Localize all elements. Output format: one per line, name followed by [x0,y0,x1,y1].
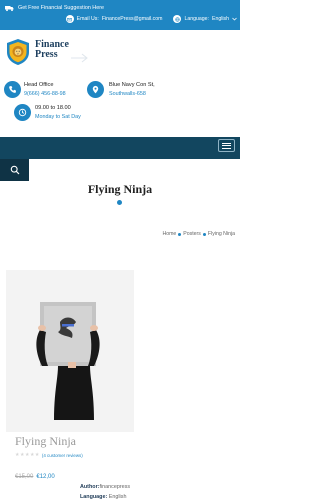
chevron-down-icon[interactable] [232,17,237,21]
language-select[interactable]: English [212,16,229,22]
breadcrumb-separator [202,232,206,236]
reviews-link[interactable]: (4 customer reviews) [42,453,83,458]
language-meta-label: Language: [80,494,108,500]
address-title: Blue Navy Con St, [109,82,155,88]
hamburger-icon [222,142,231,144]
author-label: Author: [80,484,100,490]
title-dot [117,200,122,205]
author-value[interactable]: financepress [99,484,130,490]
search-button[interactable] [0,159,29,181]
promo-text: Get Free Financial Suggestion Here [18,5,104,11]
brand-name[interactable]: Finance Press [35,40,69,60]
map-pin-icon [87,81,104,98]
menu-toggle-button[interactable] [218,139,235,152]
top-bar: Get Free Financial Suggestion Here Email… [0,0,240,30]
hours-title: 09.00 to 18.00 [35,105,71,111]
product-author: Author:financepress [80,484,130,490]
truck-icon [5,5,14,11]
address-sub: Southwalls-658 [109,91,146,97]
breadcrumb-posters[interactable]: Posters [183,231,201,237]
product-title: Flying Ninja [15,434,77,448]
product-price: €15,00 €12,00 [15,474,55,480]
email-link[interactable]: FinancePress@gmail.com [102,16,163,22]
language-label: Language: [184,16,209,22]
product-rating: ★★★★★ (4 customer reviews) [15,452,83,458]
language-meta-value: English [108,494,127,500]
office-phone[interactable]: 9(666) 456-88-98 [24,91,66,97]
page-title: Flying Ninja [87,182,153,196]
search-icon [10,165,19,175]
breadcrumb-separator [178,232,182,236]
breadcrumb: Home Posters Flying Ninja [162,231,235,237]
product-image[interactable] [6,270,134,432]
brand-line-2: Press [35,49,58,60]
breadcrumb-home[interactable]: Home [162,231,176,237]
hours-sub: Monday to Sat Day [35,114,81,120]
office-title: Head Office [24,82,54,88]
hamburger-line [222,145,231,146]
email-label: Email Us: [76,16,99,22]
arrow-decoration-icon [71,53,88,63]
hamburger-line [222,147,231,149]
email-icon [65,15,74,23]
phone-icon [4,81,21,98]
star-rating-icon: ★★★★★ [15,452,40,458]
globe-icon [173,15,182,23]
price-old: €15,00 [15,474,34,480]
breadcrumb-current: Flying Ninja [207,231,235,237]
product-language: Language: English [80,494,126,500]
price-new: €12,00 [36,474,55,480]
lion-shield-icon[interactable] [5,38,31,66]
clock-icon [14,104,31,121]
main-navbar [0,137,240,159]
promo-message[interactable]: Get Free Financial Suggestion Here [5,3,104,13]
